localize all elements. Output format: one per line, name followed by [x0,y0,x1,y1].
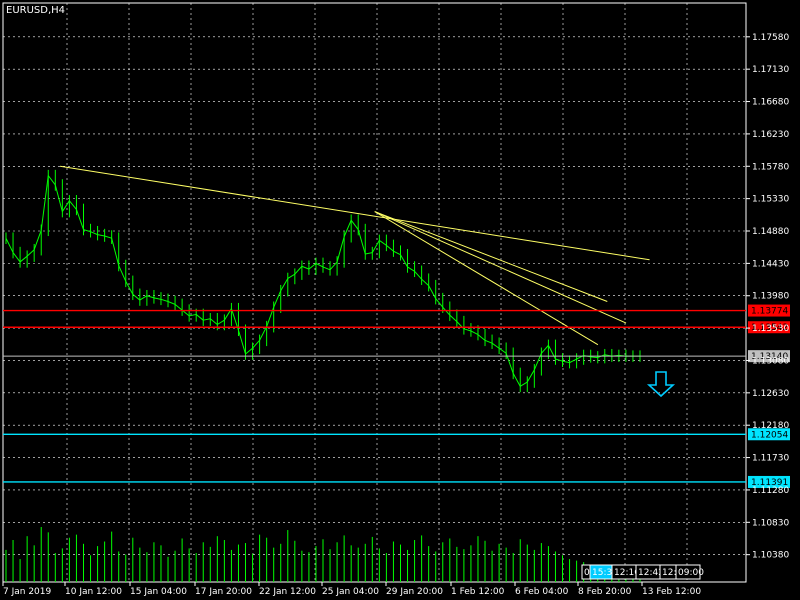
scroll-box-label: 0 [584,568,590,578]
time-tick-label: 17 Jan 20:00 [195,587,252,597]
time-tick-label: 10 Jan 12:00 [65,587,122,597]
price-tick-label: 1.12630 [752,389,789,399]
price-tick-label: 1.15330 [752,195,789,205]
price-tick-label: 1.12180 [752,421,789,431]
price-tick-label: 1.17580 [752,33,789,43]
price-tick-label: 1.14430 [752,259,789,269]
symbol-title: EURUSD,H4 [6,5,65,16]
price-tick-label: 1.10830 [752,518,789,528]
price-tick-label: 1.10380 [752,551,789,561]
price-tick-label: 1.13980 [752,292,789,302]
time-tick-label: 25 Jan 04:00 [322,587,379,597]
price-tick-label: 1.17130 [752,65,789,75]
price-tick-label: 1.14880 [752,227,789,237]
time-tick-label: 8 Feb 20:00 [578,587,632,597]
scroll-box-label: 15:3 [592,568,612,578]
time-tick-label: 6 Feb 04:00 [515,587,569,597]
price-tick-label: 1.13080 [752,356,789,366]
price-tick-label: 1.11280 [752,486,789,496]
chart-background [0,0,800,600]
support-line-upper-price-label: 1.12054 [751,430,788,440]
time-tick-label: 15 Jan 04:00 [130,587,187,597]
time-tick-label: 22 Jan 12:00 [259,587,316,597]
time-tick-label: 7 Jan 2019 [3,587,51,597]
chart-canvas[interactable]: 1.137741.135421.120541.113911.13140 1.17… [0,0,800,600]
resistance-line-upper-price-label: 1.13774 [751,307,788,317]
time-tick-label: 29 Jan 20:00 [386,587,443,597]
price-tick-label: 1.11730 [752,454,789,464]
price-tick-label: 1.16680 [752,98,789,108]
price-tick-label: 1.15780 [752,162,789,172]
time-tick-label: 1 Feb 12:00 [451,587,505,597]
price-tick-label: 1.13530 [752,324,789,334]
price-tick-label: 1.16230 [752,130,789,140]
time-tick-label: 13 Feb 12:00 [642,587,701,597]
time-scroll-indicator[interactable]: 0 15:3 12:1612:4212:009:00 [581,564,704,580]
scroll-box-label: 09:00 [678,568,704,578]
